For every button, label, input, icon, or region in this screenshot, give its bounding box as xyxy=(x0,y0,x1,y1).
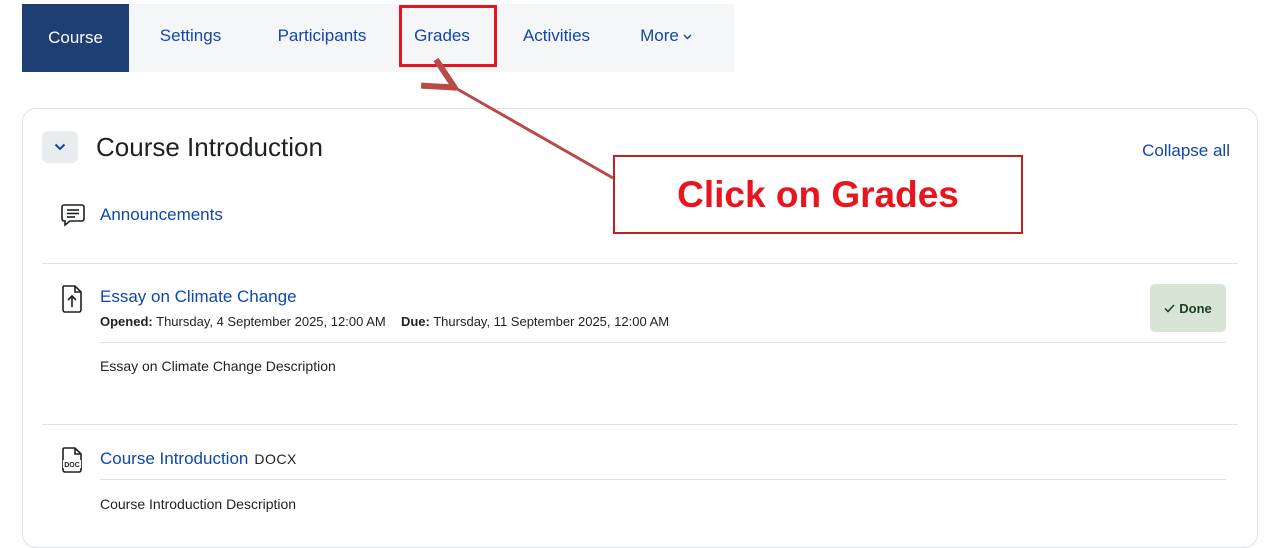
due-label: Due: xyxy=(400,314,430,329)
tab-activities[interactable]: Activities xyxy=(492,4,621,68)
assignment-upload-icon xyxy=(60,284,84,319)
completion-label: Done xyxy=(1179,300,1212,316)
tab-more[interactable]: More xyxy=(621,4,711,68)
section-title: Course Introduction xyxy=(96,132,323,162)
annotation-callout: Click on Grades xyxy=(613,155,1023,234)
due-date: Thursday, 11 September 2025, 12:00 AM xyxy=(433,314,670,329)
course-intro-file-link[interactable]: Course Introduction DOCX xyxy=(100,449,297,469)
tab-settings[interactable]: Settings xyxy=(129,4,252,68)
essay-description: Essay on Climate Change Description xyxy=(100,358,336,374)
forum-icon xyxy=(60,202,86,233)
secondary-navigation: Course Settings Participants Grades Acti… xyxy=(22,4,734,72)
file-type-label: DOCX xyxy=(254,451,297,467)
assignment-dates: Opened: Thursday, 4 September 2025, 12:0… xyxy=(100,314,669,329)
opened-label: Opened: xyxy=(100,314,153,329)
tab-course[interactable]: Course xyxy=(22,4,129,72)
announcements-link[interactable]: Announcements xyxy=(100,205,223,225)
collapse-all-link[interactable]: Collapse all xyxy=(1142,141,1230,161)
chevron-down-icon xyxy=(683,31,692,43)
course-intro-file-title: Course Introduction xyxy=(100,449,249,468)
divider xyxy=(100,342,1226,343)
course-intro-description: Course Introduction Description xyxy=(100,496,297,512)
check-icon xyxy=(1164,301,1175,316)
divider xyxy=(42,424,1238,425)
tab-grades[interactable]: Grades xyxy=(392,4,492,68)
section-collapse-toggle[interactable] xyxy=(42,131,78,163)
essay-assignment-link[interactable]: Essay on Climate Change xyxy=(100,287,297,307)
completion-done-button[interactable]: Done xyxy=(1150,284,1226,332)
svg-text:DOC: DOC xyxy=(64,462,80,469)
tab-more-label: More xyxy=(640,26,679,45)
divider xyxy=(42,263,1238,264)
chevron-down-icon xyxy=(54,138,66,156)
divider xyxy=(100,479,1226,480)
doc-file-icon: DOC xyxy=(60,446,84,479)
tab-participants[interactable]: Participants xyxy=(252,4,392,68)
opened-date: Thursday, 4 September 2025, 12:00 AM xyxy=(156,314,386,329)
